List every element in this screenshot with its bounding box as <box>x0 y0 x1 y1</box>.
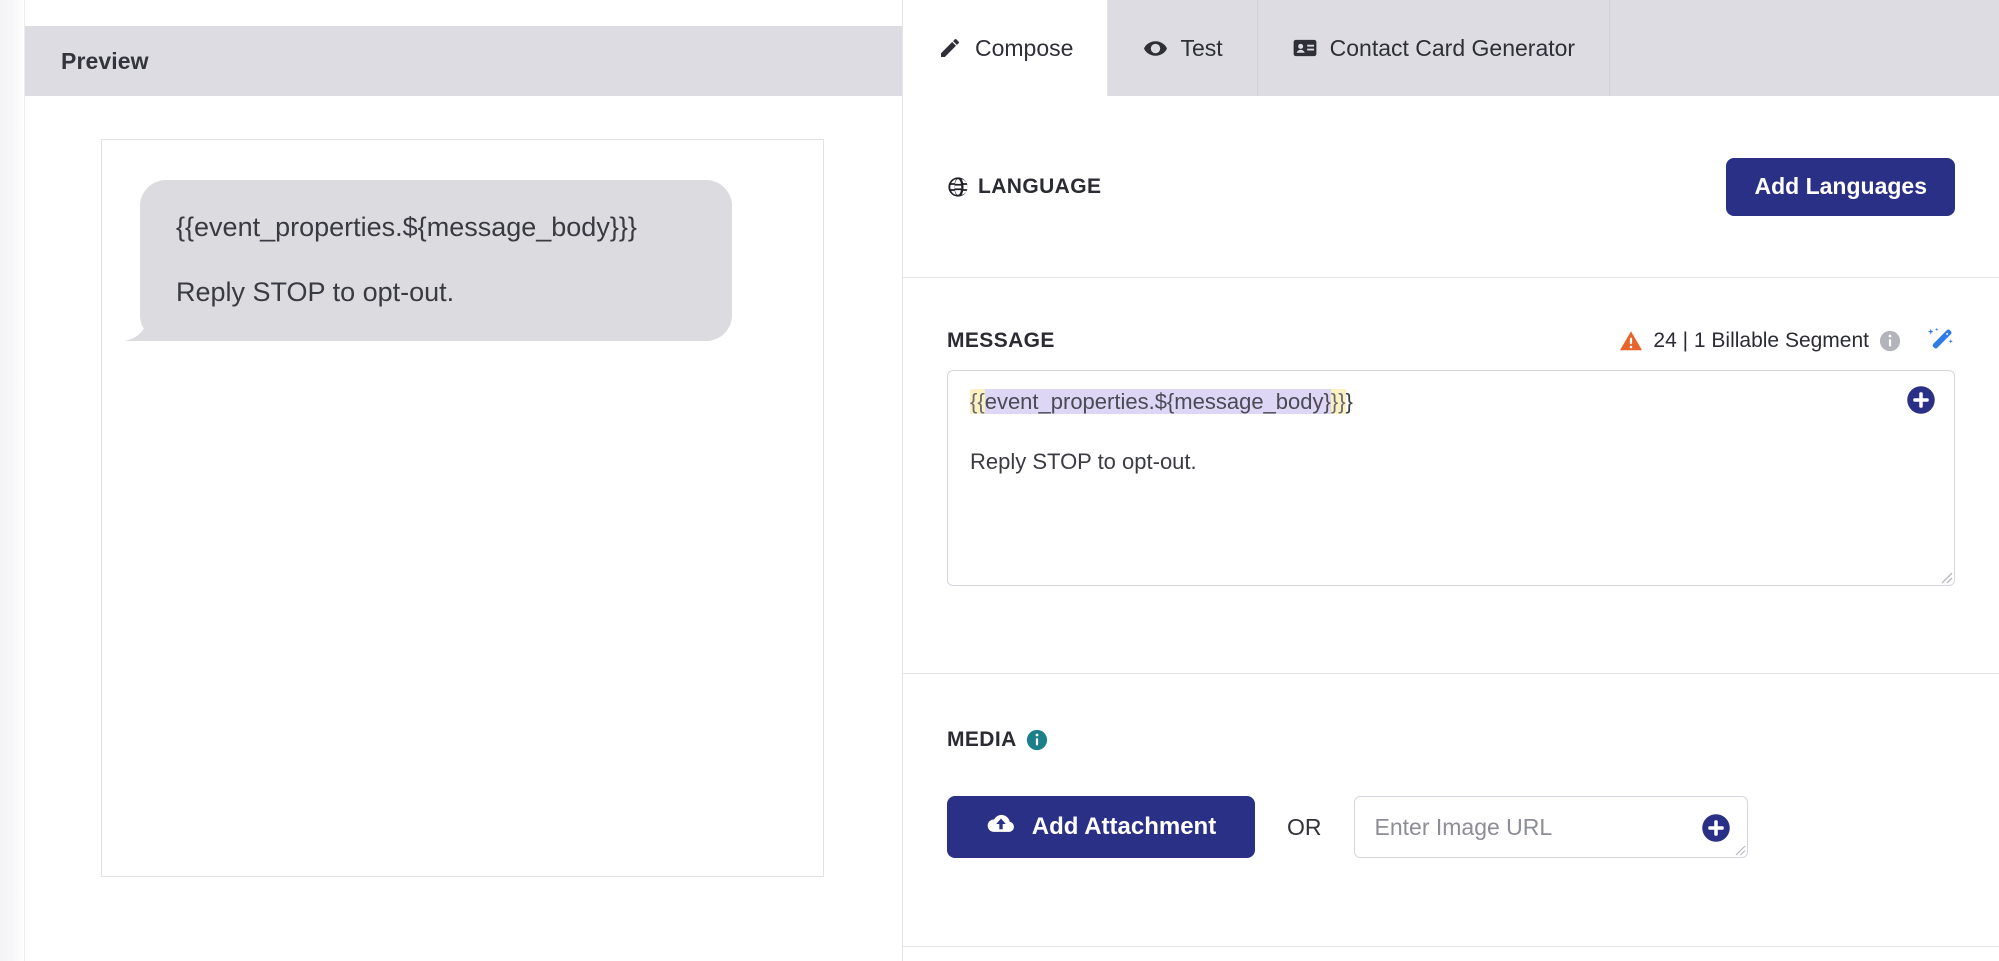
tab-compose-label: Compose <box>975 35 1073 62</box>
message-textarea-line-2: Reply STOP to opt-out. <box>970 447 1932 477</box>
message-preview-card: {{event_properties.${message_body}}} Rep… <box>101 139 824 877</box>
image-url-placeholder: Enter Image URL <box>1375 814 1553 841</box>
compose-screen: Preview {{event_properties.${message_bod… <box>0 0 1999 961</box>
media-section: MEDIA Add <box>903 674 1999 947</box>
token-trailing-brace: } <box>1346 389 1353 414</box>
textarea-resize-handle[interactable] <box>1933 564 1953 584</box>
language-label: LANGUAGE <box>978 175 1101 199</box>
preview-top-strip <box>25 0 902 26</box>
add-languages-button[interactable]: Add Languages <box>1726 158 1955 216</box>
language-label-row: LANGUAGE <box>947 175 1101 199</box>
tab-strip: Compose Test <box>903 0 1999 96</box>
segment-counter: 24 | 1 Billable Segment <box>1619 326 1955 356</box>
segment-count-text: 24 | 1 Billable Segment <box>1653 329 1869 353</box>
message-bubble-wrapper: {{event_properties.${message_body}}} Rep… <box>140 180 732 341</box>
message-textarea[interactable]: {{event_properties.${message_body}}}} Re… <box>947 370 1955 586</box>
contact-card-icon <box>1292 35 1318 61</box>
bottom-strip <box>903 947 1999 961</box>
globe-icon <box>947 176 969 198</box>
eye-icon <box>1142 35 1168 61</box>
add-variable-plus-icon[interactable] <box>1906 385 1936 415</box>
message-textarea-blank-line <box>970 417 1932 447</box>
warning-triangle-icon <box>1619 330 1643 352</box>
message-textarea-line-1: {{event_properties.${message_body}}}} <box>970 387 1932 417</box>
media-label-row: MEDIA <box>947 728 1955 752</box>
message-bubble: {{event_properties.${message_body}}} Rep… <box>140 180 732 341</box>
add-attachment-label: Add Attachment <box>1032 813 1216 841</box>
tab-test-label: Test <box>1180 35 1222 62</box>
media-info-icon[interactable] <box>1026 729 1048 751</box>
media-label: MEDIA <box>947 728 1017 752</box>
message-section: MESSAGE 24 | 1 Billable Segment <box>903 278 1999 674</box>
bubble-line-2: Reply STOP to opt-out. <box>176 275 698 310</box>
cloud-upload-icon <box>986 812 1016 843</box>
info-icon[interactable] <box>1879 330 1901 352</box>
token-variable: event_properties.${message_body} <box>985 389 1331 414</box>
bubble-line-1: {{event_properties.${message_body}}} <box>176 210 698 245</box>
magic-wand-icon[interactable] <box>1925 326 1955 356</box>
image-url-input[interactable]: Enter Image URL <box>1354 796 1748 858</box>
image-url-add-icon[interactable] <box>1701 813 1731 843</box>
tab-contact-card-generator[interactable]: Contact Card Generator <box>1258 0 1610 96</box>
token-open-brace: {{ <box>970 389 985 414</box>
message-header-row: MESSAGE 24 | 1 Billable Segment <box>947 326 1955 356</box>
pencil-icon <box>937 35 963 61</box>
left-gutter <box>0 0 25 961</box>
bubble-tail-icon <box>124 309 164 341</box>
preview-panel: Preview {{event_properties.${message_bod… <box>25 0 903 961</box>
preview-title: Preview <box>61 48 149 75</box>
message-label: MESSAGE <box>947 329 1055 353</box>
token-close-brace: }} <box>1331 389 1346 414</box>
image-url-resize-handle[interactable] <box>1728 838 1746 856</box>
media-controls-row: Add Attachment OR Enter Image URL <box>947 796 1955 858</box>
tab-contact-card-generator-label: Contact Card Generator <box>1330 35 1575 62</box>
preview-body: {{event_properties.${message_body}}} Rep… <box>25 96 902 961</box>
add-attachment-button[interactable]: Add Attachment <box>947 796 1255 858</box>
tab-test[interactable]: Test <box>1108 0 1257 96</box>
compose-panel: Compose Test <box>903 0 1999 961</box>
preview-header: Preview <box>25 26 902 96</box>
or-label: OR <box>1281 814 1328 841</box>
tab-compose[interactable]: Compose <box>903 0 1108 96</box>
language-section: LANGUAGE Add Languages <box>903 96 1999 278</box>
